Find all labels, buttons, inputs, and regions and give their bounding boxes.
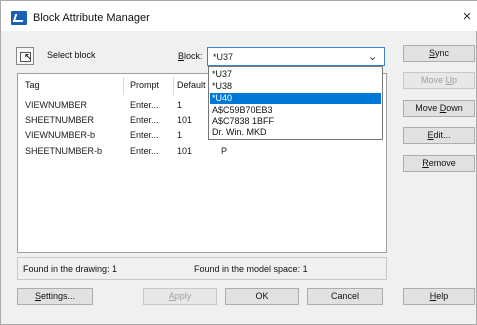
remove-button[interactable]: Remove <box>403 155 475 172</box>
move-down-button[interactable]: Move Down <box>403 100 475 117</box>
cancel-button[interactable]: Cancel <box>307 288 383 305</box>
dropdown-option[interactable]: Dr. Win. MKD <box>210 127 381 138</box>
dropdown-option[interactable]: A$C7838 1BFF <box>210 116 381 127</box>
found-in-model-space-text: Found in the model space: 1 <box>194 264 308 274</box>
chevron-down-icon[interactable]: ⌄ <box>368 50 377 63</box>
table-row-default[interactable]: 101 <box>177 115 192 125</box>
table-row-default[interactable]: 1 <box>177 130 182 140</box>
ok-button[interactable]: OK <box>225 288 299 305</box>
dropdown-option[interactable]: *U38 <box>210 81 381 92</box>
block-label: Block: <box>178 51 203 61</box>
table-row-tag[interactable]: SHEETNUMBER-b <box>25 146 102 156</box>
table-row-tag[interactable]: VIEWNUMBER <box>25 100 87 110</box>
help-button[interactable]: Help <box>403 288 475 305</box>
dialog-window: Block Attribute Manager × Select block B… <box>0 0 477 325</box>
block-dropdown-list[interactable]: *U37 *U38 *U40 A$C59B70EB3 A$C7838 1BFF … <box>208 66 383 140</box>
settings-button[interactable]: Settings... <box>17 288 93 305</box>
close-button[interactable]: × <box>459 8 475 26</box>
block-combobox[interactable]: *U37 ⌄ <box>207 47 385 66</box>
column-separator[interactable] <box>123 77 124 95</box>
table-row-default[interactable]: 1 <box>177 100 182 110</box>
dropdown-option-highlighted[interactable]: *U40 <box>210 93 381 104</box>
found-in-drawing-text: Found in the drawing: 1 <box>23 264 118 274</box>
column-header-tag[interactable]: Tag <box>25 80 40 90</box>
table-row-prompt[interactable]: Enter... <box>130 146 159 156</box>
move-up-button[interactable]: Move Up <box>403 72 475 89</box>
sync-button[interactable]: Sync <box>403 45 475 62</box>
column-header-default[interactable]: Default <box>177 80 206 90</box>
table-row-extra[interactable]: P <box>221 146 227 156</box>
window-title: Block Attribute Manager <box>33 12 150 24</box>
table-row-tag[interactable]: SHEETNUMBER <box>25 115 94 125</box>
apply-button[interactable]: Apply <box>143 288 217 305</box>
column-separator[interactable] <box>173 77 174 95</box>
dropdown-option[interactable]: *U37 <box>210 69 381 80</box>
select-block-icon[interactable] <box>16 47 34 65</box>
table-row-tag[interactable]: VIEWNUMBER-b <box>25 130 95 140</box>
column-header-prompt[interactable]: Prompt <box>130 80 159 90</box>
table-row-prompt[interactable]: Enter... <box>130 115 159 125</box>
edit-button[interactable]: Edit... <box>403 127 475 144</box>
select-block-label[interactable]: Select block <box>47 50 96 60</box>
block-combobox-value: *U37 <box>213 52 234 62</box>
title-bar: Block Attribute Manager × <box>1 1 477 31</box>
table-row-prompt[interactable]: Enter... <box>130 100 159 110</box>
app-icon <box>11 11 27 25</box>
status-bar: Found in the drawing: 1 Found in the mod… <box>17 257 387 280</box>
dropdown-option[interactable]: A$C59B70EB3 <box>210 105 381 116</box>
table-row-default[interactable]: 101 <box>177 146 192 156</box>
table-row-prompt[interactable]: Enter... <box>130 130 159 140</box>
